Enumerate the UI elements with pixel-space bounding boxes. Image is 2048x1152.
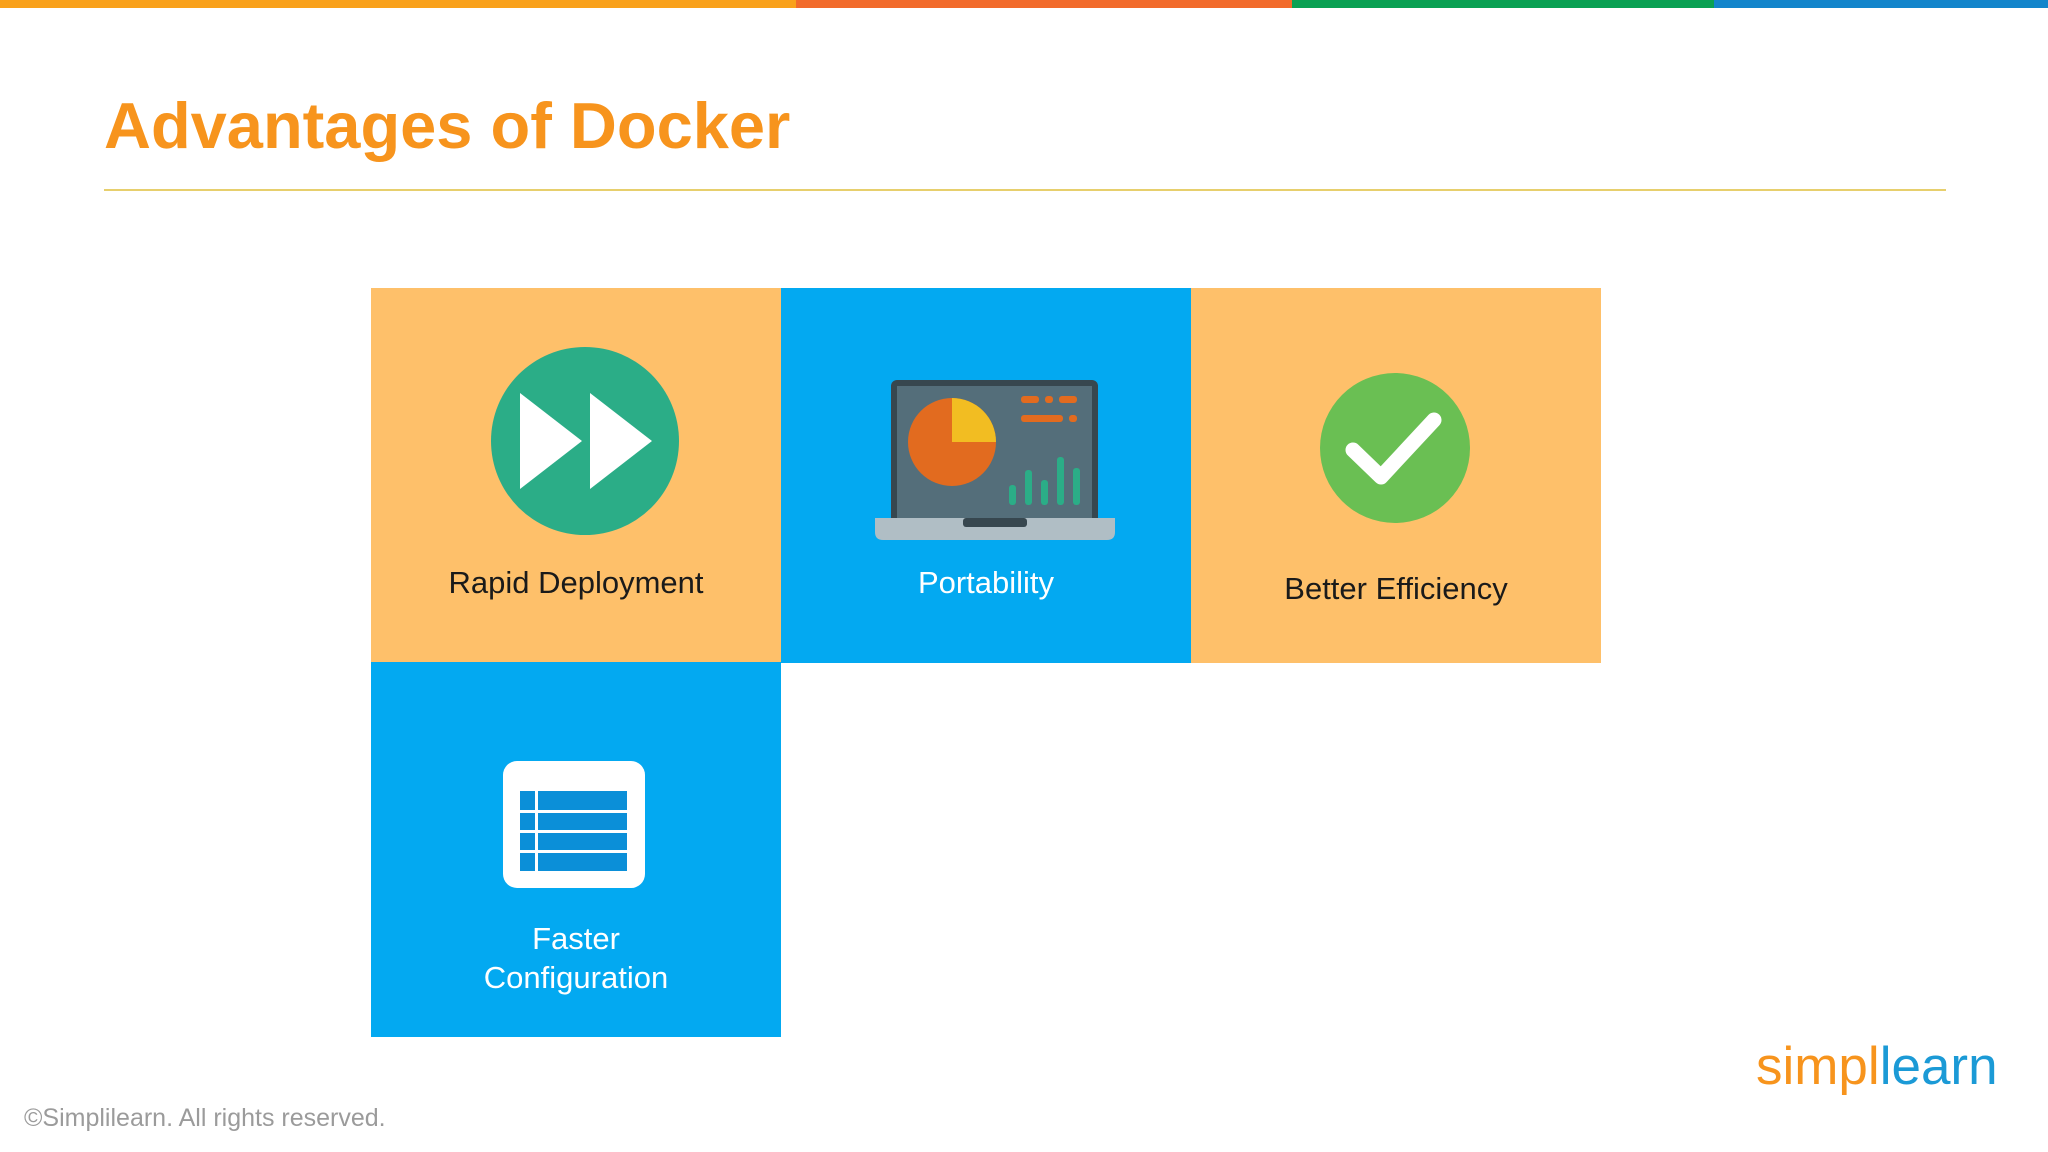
laptop-dashboard-icon — [875, 380, 1115, 540]
top-bar-segment-orange — [796, 0, 1292, 8]
tile-label: Portability — [917, 565, 1055, 600]
tile-label: Better Efficiency — [1284, 571, 1508, 606]
tile-faster-configuration: Faster Configuration — [371, 662, 781, 1037]
checkmark-icon — [1320, 373, 1470, 523]
tile-label-line1: Faster — [532, 921, 620, 956]
tile-label: Rapid Deployment — [448, 565, 704, 600]
slide-title: Advantages of Docker — [104, 89, 791, 162]
top-bar-segment-blue — [1714, 0, 2048, 8]
title-underline — [104, 189, 1946, 191]
tile-portability: Portability — [781, 288, 1191, 663]
top-bar-segment-yellow — [0, 0, 796, 8]
logo-text-learn: learn — [1879, 1037, 1998, 1096]
table-icon — [503, 761, 645, 888]
fast-forward-icon — [491, 347, 679, 535]
simplilearn-logo: simpllearn — [1756, 1036, 1998, 1116]
top-color-bar — [0, 0, 2048, 8]
top-bar-segment-green — [1292, 0, 1714, 8]
tile-rapid-deployment: Rapid Deployment — [371, 288, 781, 663]
tile-label-line2: Configuration — [483, 960, 669, 995]
tile-better-efficiency: Better Efficiency — [1191, 288, 1601, 663]
logo-text-simpl: simpl — [1756, 1037, 1880, 1096]
copyright-text: ©Simplilearn. All rights reserved. — [24, 1104, 386, 1132]
